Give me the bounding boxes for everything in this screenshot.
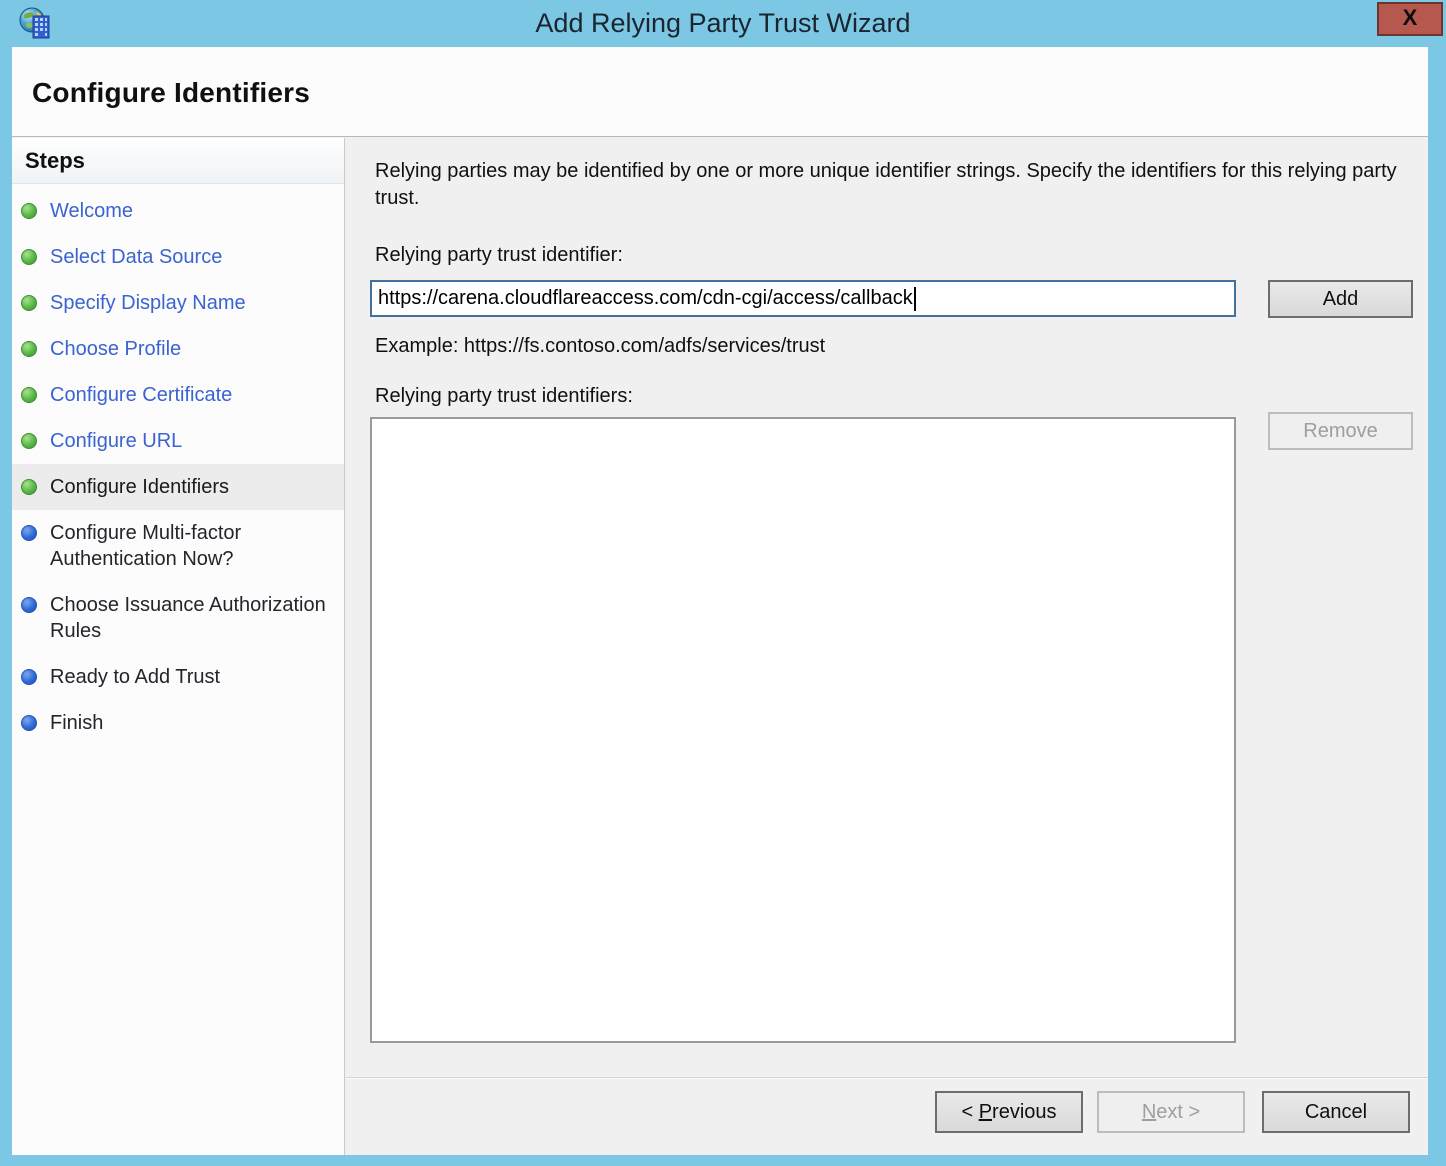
step-status-dot [21,669,37,685]
steps-header: Steps [12,138,344,184]
step-status-dot [21,597,37,613]
identifiers-listbox[interactable] [370,417,1236,1043]
identifier-input-value: https://carena.cloudflareaccess.com/cdn-… [378,287,913,310]
wizard-footer: < Previous Next > Cancel [346,1077,1428,1155]
step-label: Ready to Add Trust [50,666,220,688]
close-button[interactable]: X [1377,2,1443,36]
window-title: Add Relying Party Trust Wizard [0,0,1446,47]
sidebar-step-configure-multi-factor-authentication-now[interactable]: Configure Multi-factor Authentication No… [12,510,344,582]
cancel-button[interactable]: Cancel [1262,1091,1410,1133]
text-caret [914,287,916,311]
sidebar-step-choose-profile[interactable]: Choose Profile [12,326,344,372]
step-status-dot [21,387,37,403]
sidebar-step-finish[interactable]: Finish [12,700,344,746]
wizard-body: Configure Identifiers Steps Welcome Selec… [12,47,1428,1155]
step-label: Specify Display Name [50,292,246,314]
add-button[interactable]: Add [1268,280,1413,318]
next-button[interactable]: Next > [1097,1091,1245,1133]
step-status-dot [21,249,37,265]
window-titlebar: Add Relying Party Trust Wizard X [0,0,1446,47]
step-label: Choose Profile [50,338,181,360]
sidebar-step-configure-certificate[interactable]: Configure Certificate [12,372,344,418]
step-status-dot [21,203,37,219]
steps-list: Welcome Select Data Source Specify Display… [12,188,344,746]
sidebar-step-configure-url[interactable]: Configure URL [12,418,344,464]
sidebar-step-specify-display-name[interactable]: Specify Display Name [12,280,344,326]
identifiers-list-label: Relying party trust identifiers: [375,385,633,408]
step-label: Finish [50,712,103,734]
identifier-field-label: Relying party trust identifier: [375,244,623,267]
sidebar-step-choose-issuance-authorization-rules[interactable]: Choose Issuance Authorization Rules [12,582,344,654]
page-title: Configure Identifiers [12,47,1428,109]
step-status-dot [21,525,37,541]
step-status-dot [21,715,37,731]
step-status-dot [21,433,37,449]
page-header: Configure Identifiers [12,47,1428,137]
step-label: Configure Identifiers [50,476,229,498]
sidebar-step-select-data-source[interactable]: Select Data Source [12,234,344,280]
step-status-dot [21,479,37,495]
step-label: Welcome [50,200,133,222]
step-label: Configure URL [50,430,182,452]
sidebar-step-configure-identifiers[interactable]: Configure Identifiers [12,464,344,510]
step-status-dot [21,295,37,311]
step-label: Select Data Source [50,246,222,268]
step-status-dot [21,341,37,357]
example-text: Example: https://fs.contoso.com/adfs/ser… [375,335,825,358]
identifier-input[interactable]: https://carena.cloudflareaccess.com/cdn-… [370,280,1236,317]
step-label: Choose Issuance Authorization Rules [50,594,326,642]
configure-identifiers-panel: Relying parties may be identified by one… [346,138,1428,1077]
step-label: Configure Multi-factor Authentication No… [50,522,241,570]
panel-description: Relying parties may be identified by one… [375,158,1399,212]
remove-button[interactable]: Remove [1268,412,1413,450]
previous-button[interactable]: < Previous [935,1091,1083,1133]
adfs-wizard-window: Add Relying Party Trust Wizard X Configu… [0,0,1446,1166]
sidebar-step-ready-to-add-trust[interactable]: Ready to Add Trust [12,654,344,700]
sidebar-step-welcome[interactable]: Welcome [12,188,344,234]
step-label: Configure Certificate [50,384,232,406]
steps-sidebar: Steps Welcome Select Data Source Specify D… [12,138,345,1155]
main-column: Relying parties may be identified by one… [346,138,1428,1155]
